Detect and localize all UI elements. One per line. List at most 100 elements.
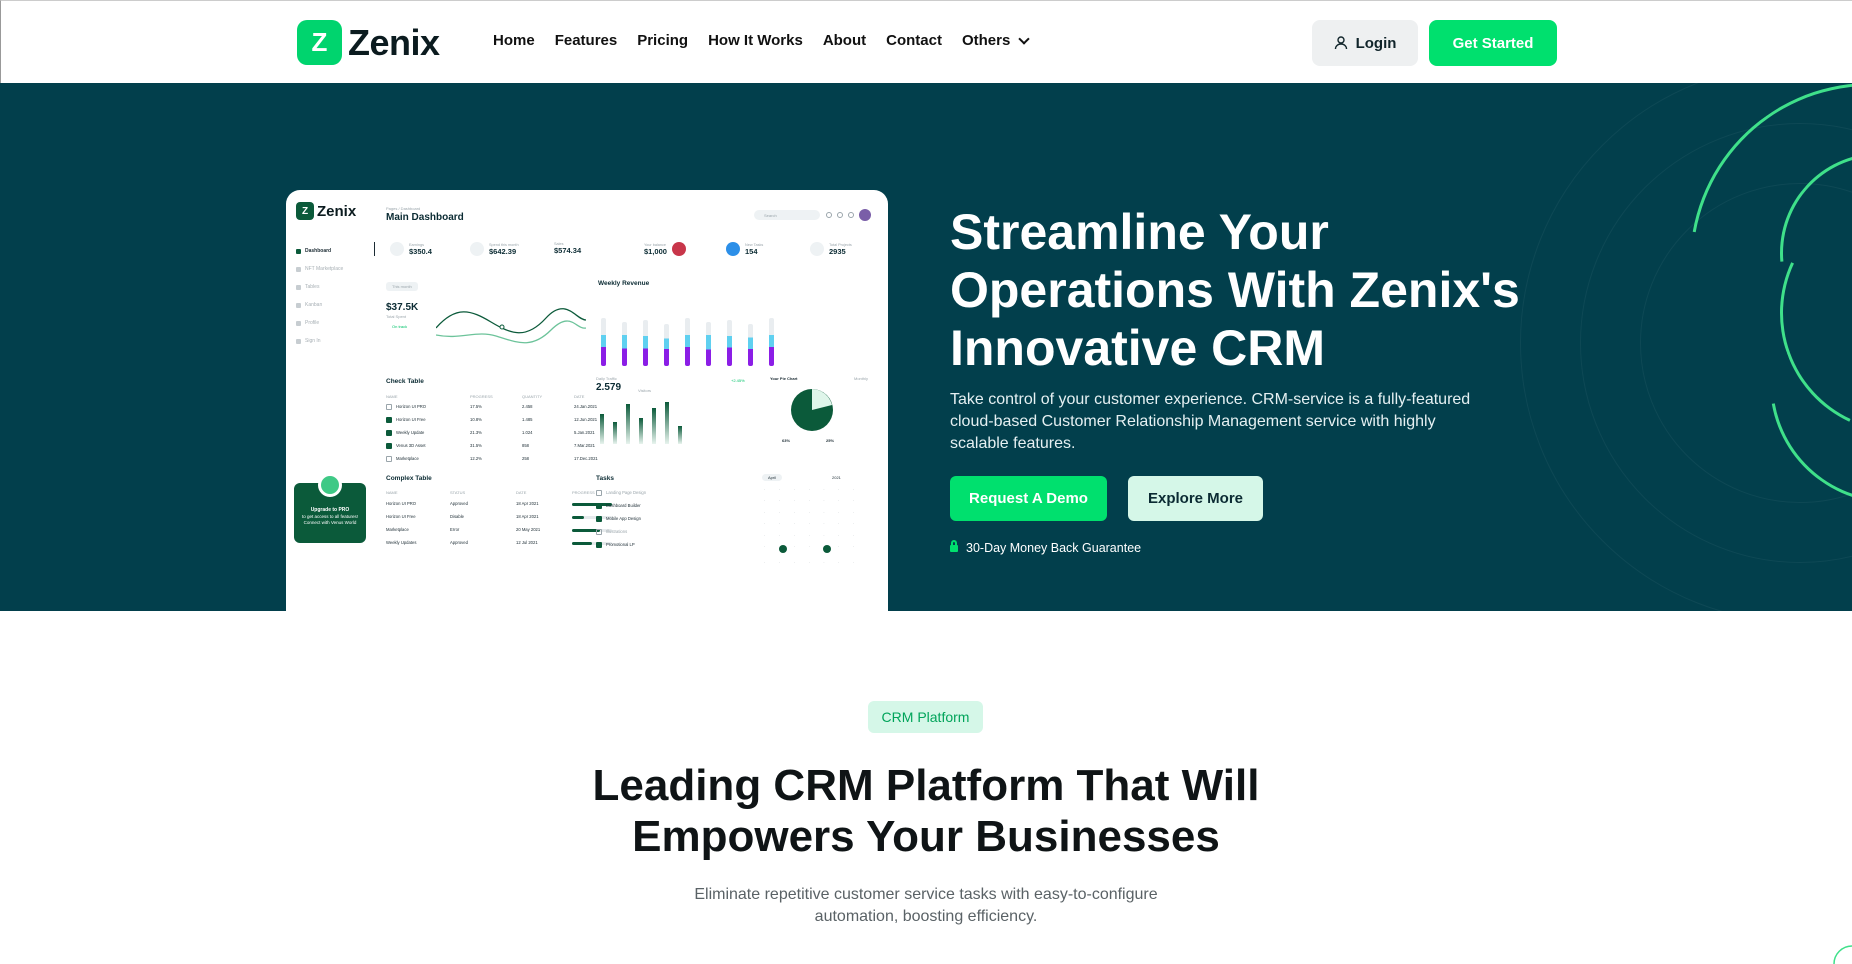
calendar-day: · [838, 510, 840, 515]
tasks-title: Tasks [596, 475, 614, 482]
dashboard-menu-item: Profile [296, 314, 343, 332]
hero-title-line: Innovative CRM [950, 320, 1326, 376]
cell: Disable [450, 514, 464, 519]
table-row: Marketplace 12.2% 258 17.Dec.2021 [386, 456, 598, 462]
nav-home[interactable]: Home [493, 32, 535, 49]
calendar-day: · [793, 510, 795, 515]
stat-card: New Tasks 154 [726, 242, 763, 256]
calendar-day: · [808, 560, 810, 565]
divider [374, 242, 375, 256]
table-icon [296, 284, 301, 290]
calendar-day: · [793, 499, 795, 504]
weekly-bar [706, 322, 711, 366]
lock-icon [296, 338, 301, 344]
complex-header-name: NAME [386, 490, 398, 495]
calendar-day: · [853, 510, 855, 515]
cell: Weekly Update [396, 430, 425, 435]
weekly-bar [727, 320, 732, 366]
dashboard-menu-item: Kanban [296, 296, 343, 314]
dashboard-menu-label: NFT Marketplace [305, 266, 344, 272]
nav-about[interactable]: About [823, 32, 866, 49]
section-title-line: Leading CRM Platform That Will [592, 761, 1260, 810]
dashboard-menu-item: NFT Marketplace [296, 260, 343, 278]
pie-chart [791, 389, 833, 431]
task-label: Landing Page Design [606, 490, 647, 495]
nav-contact[interactable]: Contact [886, 32, 942, 49]
complex-header-date: DATE [516, 490, 527, 495]
task-item: Promotional LP [596, 542, 635, 548]
stat-card: Sales $574.34 [554, 242, 581, 255]
hero-title: Streamline Your Operations With Zenix's … [950, 203, 1550, 377]
calendar-day: · [808, 488, 810, 492]
logo[interactable]: Z Zenix [297, 20, 440, 65]
section-description-line: automation, boosting efficiency. [814, 908, 1038, 925]
calendar-day: · [808, 499, 810, 504]
cell: 1.024 [522, 430, 533, 435]
calendar-day: · [853, 545, 855, 550]
check-icon [726, 242, 740, 256]
cell: Horizon UI PRO [386, 501, 417, 506]
calendar-day: · [793, 545, 795, 550]
weekly-revenue-title: Weekly Revenue [598, 280, 650, 287]
cell: 21.3% [470, 430, 482, 435]
dashboard-top-icons [826, 209, 871, 221]
nav-others-label: Others [961, 32, 1011, 49]
calendar-day: · [838, 545, 840, 550]
table-row: Horizon UI Free Disable 18 Apr 2021 [386, 514, 539, 519]
table-row: Weekly Update 21.3% 1.024 5.Jan.2021 [386, 430, 595, 436]
upgrade-card: Upgrade to PRO to get access to all feat… [294, 473, 366, 543]
logo-icon: Z [296, 202, 314, 220]
traffic-bar [665, 402, 669, 444]
line-chart [436, 308, 586, 344]
hero-section: Z Zenix Dashboard NFT Marketplace Tables… [0, 83, 1852, 611]
weekly-bar [601, 318, 606, 366]
traffic-bar [639, 418, 643, 444]
calendar-day: · [808, 522, 810, 527]
task-item: Mobile App Design [596, 516, 641, 522]
dollar-icon [470, 242, 484, 256]
cell: Error [450, 527, 460, 532]
cell: 18 Apr 2021 [516, 501, 539, 506]
pie-title: Your Pie Chart [770, 376, 798, 381]
table-row: Venus 3D Asset 31.5% 858 7.Mar.2021 [386, 443, 595, 449]
dashboard-menu-item: Tables [296, 278, 343, 296]
daily-traffic-value: 2.579 [596, 382, 622, 393]
calendar-day: · [764, 560, 766, 565]
chart-icon [390, 242, 404, 256]
check-header-date: DATE [574, 394, 585, 399]
cell: 7.Mar.2021 [574, 443, 595, 448]
upgrade-text: to get access to all features! Connect w… [301, 514, 359, 525]
month-sub: Total Spent [386, 314, 407, 319]
login-button[interactable]: Login [1312, 20, 1418, 66]
cell: 20 May 2021 [516, 527, 541, 532]
table-row: Horizon UI Free 10.8% 1.485 12.Jun.2021 [386, 417, 597, 423]
get-started-button[interactable]: Get Started [1429, 20, 1557, 66]
explore-more-button[interactable]: Explore More [1128, 476, 1263, 521]
request-demo-button[interactable]: Request A Demo [950, 476, 1107, 521]
nav-others[interactable]: Others [961, 32, 1031, 49]
calendar-day: · [853, 560, 855, 565]
calendar-day: · [778, 522, 781, 527]
nav-features[interactable]: Features [555, 32, 618, 49]
stat-value: 154 [745, 246, 758, 256]
section-description-line: Eliminate repetitive customer service ta… [694, 886, 1158, 903]
complex-header-progress: PROGRESS [572, 490, 595, 495]
calendar-month: April [762, 474, 783, 481]
calendar-day: · [838, 488, 840, 492]
cell: Approved [450, 501, 468, 506]
section-description: Eliminate repetitive customer service ta… [0, 884, 1852, 928]
stat-card: Earnings $350.4 [390, 242, 432, 256]
cell: Marketplace [386, 527, 409, 532]
stat-value: $1,000 [644, 246, 667, 256]
month-selector: This month [386, 282, 418, 291]
nav-pricing[interactable]: Pricing [637, 32, 688, 49]
stat-card: Total Projects 2935 [810, 242, 852, 256]
cell: 17.5% [470, 404, 482, 409]
stat-card: Your balance $1,000 [644, 242, 686, 256]
calendar-day: · [778, 499, 781, 504]
nav-how-it-works[interactable]: How It Works [708, 32, 803, 49]
cell: 858 [522, 443, 529, 448]
cell: Venus 3D Asset [396, 443, 426, 448]
traffic-bar [652, 408, 656, 444]
calendar-day: · [793, 560, 795, 565]
